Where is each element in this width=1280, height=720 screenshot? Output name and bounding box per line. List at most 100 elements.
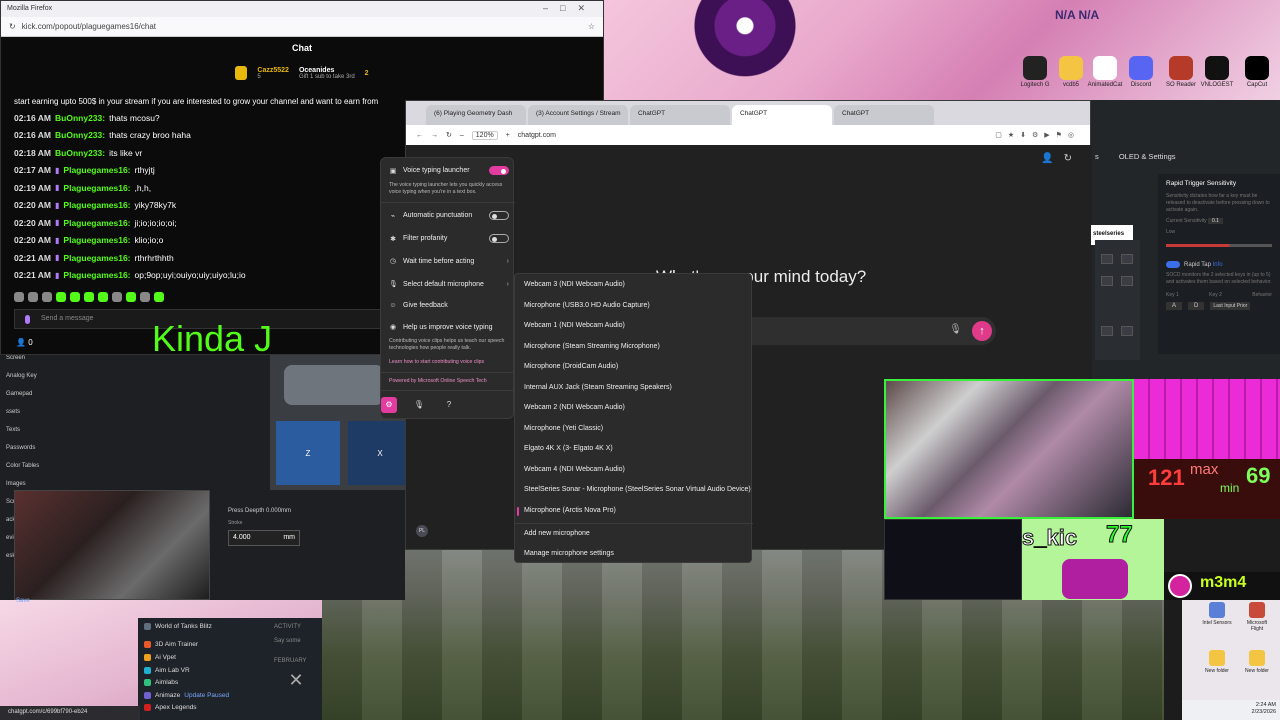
zoom-out-icon[interactable]: – [460, 132, 464, 139]
emote-icon[interactable] [28, 292, 38, 302]
microphone-icon[interactable]: 🎙 [949, 324, 962, 335]
sidebar-item[interactable]: Screen [6, 355, 39, 373]
rapid-tap-toggle[interactable] [1166, 261, 1180, 268]
firefox-urlbar[interactable]: ↻ kick.com/popout/plaguegames16/chat ☆ [1, 17, 603, 37]
message-username[interactable]: BuOnny233: [55, 148, 105, 158]
microphone-item[interactable]: Webcam 1 (NDI Webcam Audio) [524, 322, 625, 336]
auto-punctuation-row[interactable]: ⌁ Automatic punctuation [389, 211, 509, 220]
emote-icon[interactable] [42, 292, 52, 302]
microphone-item[interactable]: Webcam 2 (NDI Webcam Audio) [524, 404, 625, 418]
window-controls[interactable]: –□✕ [543, 3, 597, 14]
key[interactable] [1101, 276, 1113, 286]
zoom-level[interactable]: 120% [471, 130, 498, 140]
microphone-item-selected[interactable]: Microphone (Arctis Nova Pro) [517, 506, 616, 521]
list-item[interactable]: Animaze Update Paused [144, 689, 264, 702]
microphone-item[interactable]: Microphone (DroidCam Audio) [524, 363, 618, 377]
emote-icon[interactable] [126, 292, 136, 302]
emote-icon[interactable] [84, 292, 94, 302]
page-header-icons[interactable]: 👤↻ [1041, 153, 1082, 164]
browser-tab[interactable]: ChatGPT [630, 105, 730, 125]
sidebar-item[interactable]: Passwords [6, 445, 39, 463]
emote-icon[interactable] [56, 292, 66, 302]
key-z[interactable]: Z [276, 421, 340, 485]
sidebar-item[interactable]: ssets [6, 409, 39, 427]
send-button[interactable]: ↑ [972, 321, 992, 341]
stroke-field[interactable]: 4.000 mm [228, 530, 300, 546]
list-item[interactable]: Aimlabs [144, 676, 264, 689]
rapid-tap-row[interactable]: Rapid Tap Info [1166, 261, 1272, 268]
microphone-item[interactable]: Internal AUX Jack (Steam Streaming Speak… [524, 384, 672, 398]
desktop-icon[interactable]: CapCut [1237, 56, 1277, 88]
desktop-icon[interactable]: New folder [1202, 650, 1232, 674]
sensitivity-slider[interactable] [1166, 244, 1272, 247]
filter-profanity-row[interactable]: ✱ Filter profanity [389, 234, 509, 243]
reload-icon[interactable]: ↻ [446, 131, 452, 139]
sidebar-item[interactable]: Color Tables [6, 463, 39, 481]
select-microphone-row[interactable]: 🎙 Select default microphone › [389, 280, 509, 289]
key[interactable] [1121, 276, 1133, 286]
emote-icon[interactable] [98, 292, 108, 302]
sidebar-item[interactable]: Analog Key [6, 373, 39, 391]
browser-tab[interactable]: ChatGPT [834, 105, 934, 125]
microphone-item[interactable]: Elgato 4K X (3- Elgato 4K X) [524, 445, 613, 459]
emote-icon[interactable] [70, 292, 80, 302]
microphone-item[interactable]: Webcam 3 (NDI Webcam Audio) [524, 281, 625, 295]
message-username[interactable]: BuOnny233: [55, 130, 105, 140]
sidebar-item[interactable]: Texts [6, 427, 39, 445]
emote-icon[interactable] [112, 292, 122, 302]
add-microphone-item[interactable]: Add new microphone [524, 530, 590, 544]
gear-icon[interactable]: ⚙ [381, 397, 397, 413]
list-item[interactable]: Ai Vpet [144, 651, 264, 664]
message-username[interactable]: Plaguegames16: [63, 218, 130, 228]
list-item[interactable]: Aim Lab VR [144, 664, 264, 677]
key[interactable] [1121, 254, 1133, 264]
browser-tab[interactable]: (6) Playing Geometry Dash [426, 105, 526, 125]
browser-tab[interactable]: (3) Account Settings / Stream [528, 105, 628, 125]
message-username[interactable]: Plaguegames16: [63, 165, 130, 175]
message-username[interactable]: Plaguegames16: [63, 270, 130, 280]
tab-s[interactable]: s [1095, 152, 1099, 161]
improve-row[interactable]: ◉ Help us improve voice typing [389, 323, 509, 332]
message-username[interactable]: Plaguegames16: [63, 183, 130, 193]
game-list-title[interactable]: World of Tanks Blitz [144, 620, 264, 633]
filter-profanity-toggle[interactable] [489, 234, 509, 243]
tab-oled-settings[interactable]: OLED & Settings [1119, 152, 1176, 161]
desktop-icon[interactable]: AnimatedCat [1085, 56, 1125, 88]
key[interactable] [1101, 254, 1113, 264]
emote-icon[interactable] [154, 292, 164, 302]
manage-microphone-item[interactable]: Manage microphone settings [524, 550, 614, 564]
key1-select[interactable]: A [1166, 302, 1183, 311]
message-username[interactable]: Plaguegames16: [63, 235, 130, 245]
desktop-icon[interactable]: Logitech G [1015, 56, 1055, 88]
emote-icon[interactable] [14, 292, 24, 302]
activity-input[interactable]: Say some [274, 638, 318, 644]
microphone-item[interactable]: Microphone (Steam Streaming Microphone) [524, 343, 660, 357]
key[interactable] [1101, 326, 1113, 336]
message-username[interactable]: BuOnny233: [55, 113, 105, 123]
list-item[interactable]: Apex Legends [144, 702, 264, 715]
zoom-in-icon[interactable]: + [506, 132, 510, 139]
back-icon[interactable]: ← [416, 132, 423, 139]
url-text[interactable]: chatgpt.com [518, 132, 556, 139]
forward-icon[interactable]: → [431, 132, 438, 139]
launcher-toggle-row[interactable]: ▣ Voice typing launcher [389, 166, 509, 175]
auto-punctuation-toggle[interactable] [489, 211, 509, 220]
emote-icon[interactable] [140, 292, 150, 302]
key-x[interactable]: X [348, 421, 412, 485]
behavior-select[interactable]: Last Input Prior [1210, 302, 1251, 311]
desktop-icon[interactable]: Microsoft Flight [1242, 602, 1272, 632]
wait-time-row[interactable]: ◷ Wait time before acting › [389, 257, 509, 266]
learn-more-link[interactable]: Learn how to start contributing voice cl… [389, 359, 484, 365]
desktop-icon[interactable]: VNLOGEST [1197, 56, 1237, 88]
bookmark-star-icon[interactable]: ☆ [588, 22, 595, 31]
taskbar-url-tab[interactable]: chatgpt.com/c/699bf790-eb24 [0, 706, 140, 720]
give-feedback-row[interactable]: ☺ Give feedback [389, 302, 509, 309]
chrome-address-bar[interactable]: ← → ↻ – 120% + chatgpt.com ▢★⬇⚙▶⚑◎ [406, 125, 1090, 145]
list-item[interactable]: 3D Aim Trainer [144, 639, 264, 652]
sidebar-item[interactable]: Gamepad [6, 391, 39, 409]
profile-avatar[interactable]: PL [416, 525, 428, 537]
extension-icons[interactable]: ▢★⬇⚙▶⚑◎ [995, 131, 1080, 139]
message-username[interactable]: Plaguegames16: [63, 253, 130, 263]
microphone-item[interactable]: SteelSeries Sonar - Microphone (SteelSer… [524, 486, 751, 500]
desktop-icon[interactable]: SO Reader [1161, 56, 1201, 88]
